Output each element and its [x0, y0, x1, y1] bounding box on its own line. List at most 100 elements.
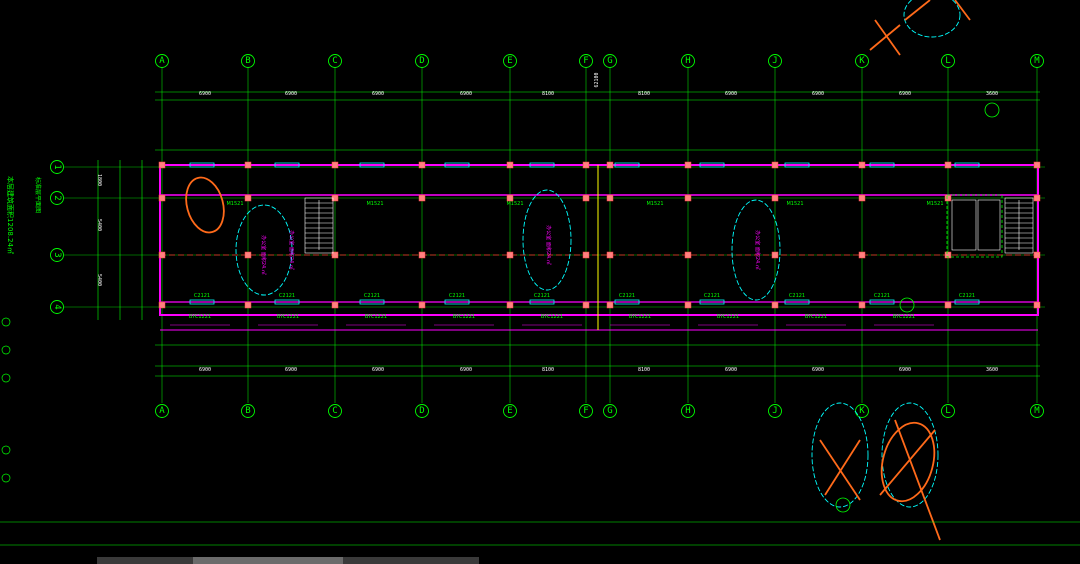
axis-label-bottom-J: J: [772, 406, 777, 416]
column: [606, 194, 614, 202]
axis-label-bottom-K: K: [859, 406, 865, 416]
bay-window-tag: BYC1221: [277, 314, 299, 320]
top-dimension: 8100: [542, 91, 554, 97]
column: [944, 301, 952, 309]
column: [582, 301, 590, 309]
left-axis-bubbles: 1 2 3 4: [50, 160, 64, 314]
window-tag: C2121: [364, 293, 380, 299]
column: [606, 161, 614, 169]
room-label-2: 办公室 面积24.㎡: [545, 225, 552, 265]
column: [944, 161, 952, 169]
bottom-frame-lines: [0, 521, 1080, 546]
column: [684, 301, 692, 309]
bottom-dimension: 6900: [285, 367, 297, 373]
horizontal-scrollbar[interactable]: [97, 557, 479, 564]
axis-label-left-2: 2: [52, 195, 62, 200]
floor-title: 本层建筑面积1208.24㎡: [6, 176, 15, 254]
column: [506, 194, 514, 202]
bay-window-tag: BYC1221: [717, 314, 739, 320]
axis-label-bottom-D: D: [419, 406, 424, 416]
column: [771, 161, 779, 169]
room-label-3: 办公室 面积24.㎡: [754, 230, 761, 270]
column: [1033, 251, 1041, 259]
column: [606, 301, 614, 309]
bottom-dimension: 6900: [372, 367, 384, 373]
axis-label-top-F: F: [583, 56, 588, 66]
axis-label-top-G: G: [607, 56, 612, 66]
cad-drawing-canvas[interactable]: A B C D E F G H J K L M A B C D E F G H J K L M 1 2 3 4 M1521 M152…: [0, 0, 1080, 564]
column: [684, 161, 692, 169]
column: [331, 161, 339, 169]
axis-label-bottom-H: H: [685, 406, 690, 416]
column: [1033, 161, 1041, 169]
axis-label-top-A: A: [159, 56, 165, 66]
top-dimension: 6900: [899, 91, 911, 97]
column: [158, 251, 166, 259]
column: [582, 251, 590, 259]
window-tag: C2121: [959, 293, 975, 299]
axis-label-top-D: D: [419, 56, 424, 66]
window-tag: C2121: [279, 293, 295, 299]
axis-label-left-1: 1: [52, 164, 62, 169]
axis-label-bottom-A: A: [159, 406, 165, 416]
door-tag: M1521: [926, 201, 943, 207]
axis-label-bottom-C: C: [332, 406, 337, 416]
axis-label-left-3: 3: [52, 252, 62, 257]
axis-label-left-4: 4: [52, 304, 62, 309]
door-tag: M1521: [646, 201, 663, 207]
room-label-1: 办公室 面积24.㎡: [260, 235, 267, 275]
axis-label-bottom-G: G: [607, 406, 612, 416]
axis-label-top-C: C: [332, 56, 337, 66]
bay-window-tag: BYC1221: [453, 314, 475, 320]
column: [506, 161, 514, 169]
window-tag: C2121: [704, 293, 720, 299]
door-tag: M1521: [366, 201, 383, 207]
axis-label-top-J: J: [772, 56, 777, 66]
top-dimension: 6900: [199, 91, 211, 97]
left-dimension: 5400: [96, 274, 102, 286]
column: [331, 301, 339, 309]
stair-west: [304, 197, 334, 254]
column: [506, 301, 514, 309]
scrollbar-thumb[interactable]: [193, 557, 343, 564]
axis-grid-lines: [64, 68, 1045, 403]
column: [244, 251, 252, 259]
column: [244, 161, 252, 169]
top-dimension: 6900: [285, 91, 297, 97]
bay-window-tag: BYC1221: [629, 314, 651, 320]
column: [858, 301, 866, 309]
column: [506, 251, 514, 259]
column: [858, 161, 866, 169]
column: [418, 301, 426, 309]
column: [1033, 301, 1041, 309]
bottom-dimension: 6900: [199, 367, 211, 373]
column: [858, 194, 866, 202]
left-dimension: 1800: [96, 174, 102, 186]
window-tag: C2121: [449, 293, 465, 299]
door-tag: M1521: [506, 201, 523, 207]
axis-label-top-L: L: [945, 56, 950, 66]
window-tag: C2121: [619, 293, 635, 299]
column: [418, 194, 426, 202]
column: [684, 194, 692, 202]
top-dimension: 6900: [460, 91, 472, 97]
axis-label-bottom-F: F: [583, 406, 588, 416]
top-axis-bubbles: ABCDEFGHJKLM: [155, 54, 1044, 68]
top-dimension: 6900: [372, 91, 384, 97]
column: [582, 194, 590, 202]
bottom-dimension: 6900: [812, 367, 824, 373]
axis-label-top-E: E: [507, 56, 512, 66]
bottom-dimension: 3600: [986, 367, 998, 373]
window-tag: C2121: [534, 293, 550, 299]
window-tag: C2121: [194, 293, 210, 299]
axis-label-top-K: K: [859, 56, 865, 66]
top-dimension: 6900: [812, 91, 824, 97]
bay-window-tag: BYC1221: [365, 314, 387, 320]
axis-label-bottom-M: M: [1034, 406, 1040, 416]
axis-label-top-H: H: [685, 56, 690, 66]
column: [158, 161, 166, 169]
window-tag: C2121: [874, 293, 890, 299]
axis-label-bottom-B: B: [245, 406, 250, 416]
bottom-dimension: 6900: [725, 367, 737, 373]
bottom-dimension: 6900: [460, 367, 472, 373]
